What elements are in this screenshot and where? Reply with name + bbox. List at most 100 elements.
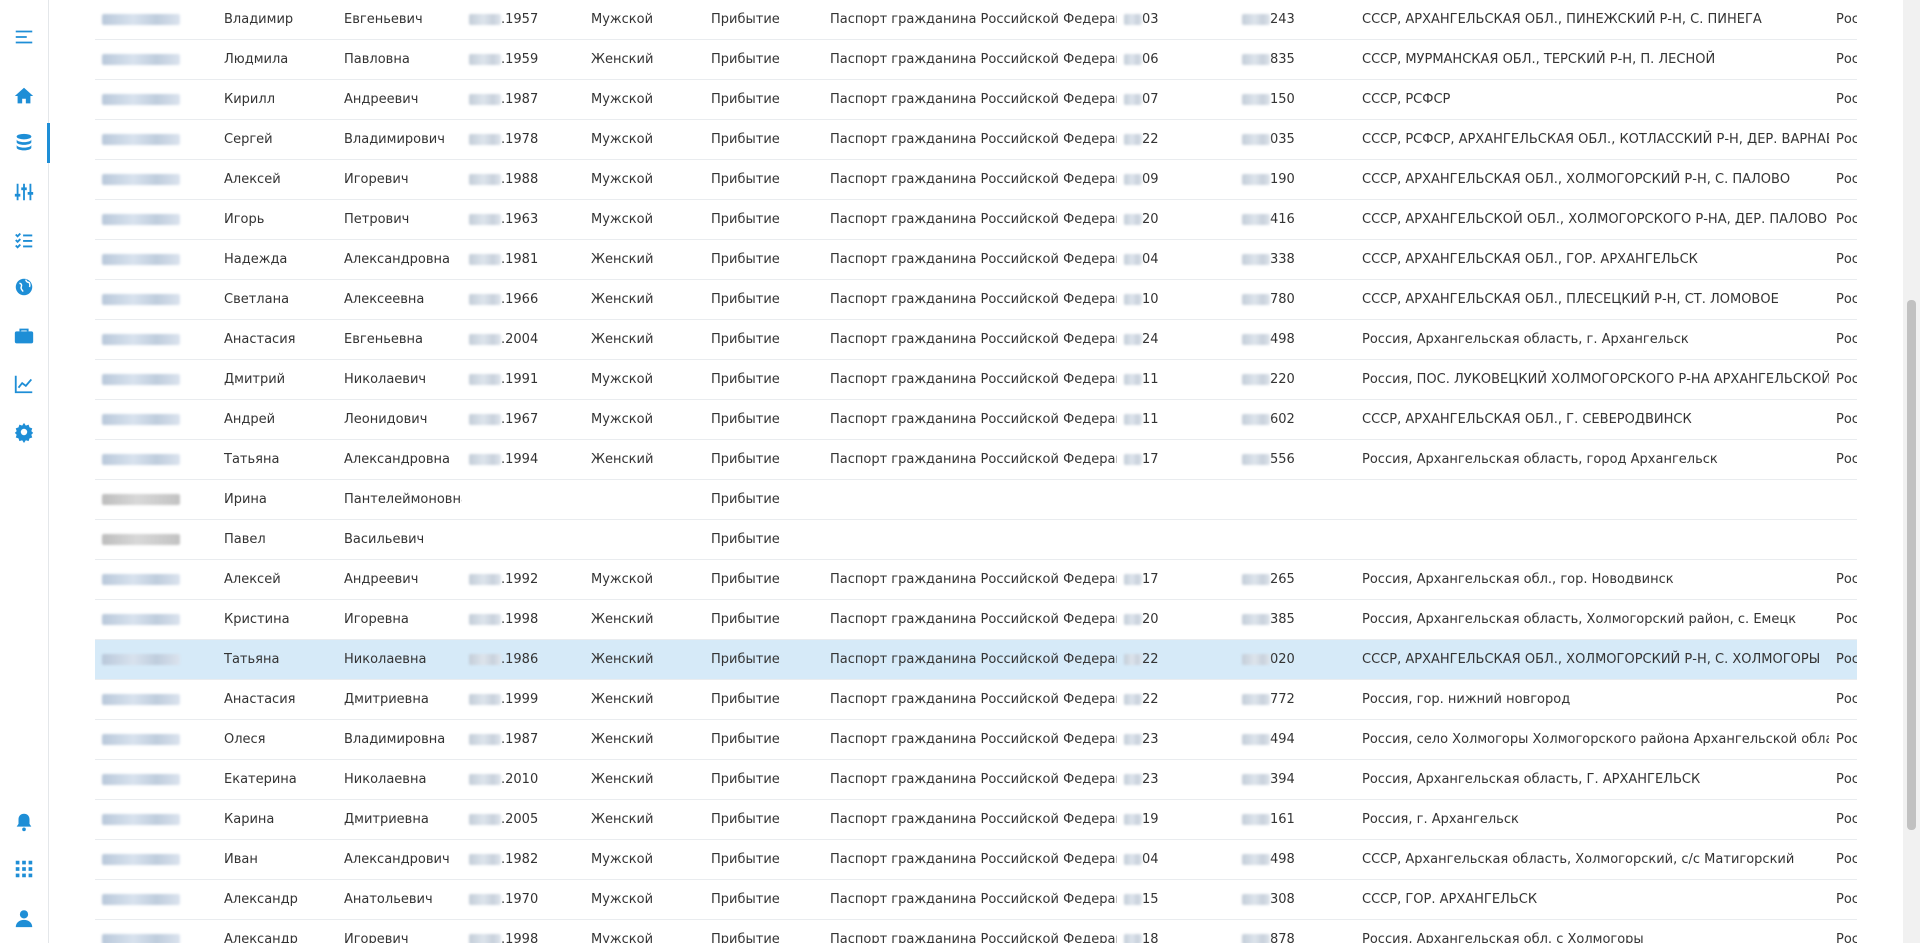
table-row[interactable]: Александр Игоревич .1998 Мужской Прибытие Пас…	[95, 919, 1857, 943]
table-row[interactable]: Андрей Леонидович .1967 Мужской Прибытие Пасп…	[95, 399, 1857, 440]
event-type-cell: Прибытие	[704, 799, 823, 840]
table-row[interactable]: Владимир Евгеньевич .1957 Мужской Прибытие Па…	[95, 0, 1857, 40]
redacted-number-prefix	[1242, 854, 1270, 865]
table-row[interactable]: Алексей Андреевич .1992 Мужской Прибытие Пасп…	[95, 559, 1857, 600]
scroll-down-arrow[interactable]	[1903, 926, 1920, 943]
briefcase-button[interactable]	[0, 316, 48, 356]
birthplace-cell: СССР, АРХАНГЕЛЬСКАЯ ОБЛ., ХОЛМОГОРСКИЙ Р…	[1355, 639, 1829, 680]
document-series-cell-text: 06	[1142, 52, 1159, 67]
document-type-cell-text: Паспорт гражданина Российской Федерации	[830, 12, 1117, 27]
table-row[interactable]: Алексей Игоревич .1988 Мужской Прибытие Паспо…	[95, 159, 1857, 200]
table-row[interactable]: Татьяна Николаевна .1986 Женский Прибытие Пас…	[95, 639, 1857, 680]
event-type-cell: Прибытие	[704, 159, 823, 200]
home-button[interactable]	[0, 76, 48, 116]
birthplace-cell: Россия, село Холмогоры Холмогорского рай…	[1355, 719, 1829, 760]
apps-button[interactable]	[0, 849, 48, 889]
profile-button[interactable]	[0, 898, 48, 938]
document-number-cell: 035	[1235, 119, 1355, 160]
event-type-cell: Прибытие	[704, 0, 823, 40]
notifications-button[interactable]	[0, 802, 48, 842]
document-type-cell: Паспорт гражданина Российской Федерации	[823, 759, 1117, 800]
event-type-cell-text: Прибытие	[711, 52, 780, 67]
table-row[interactable]: Анастасия Евгеньевна .2004 Женский Прибытие П…	[95, 319, 1857, 360]
birthplace-cell-text: СССР, ГОР. АРХАНГЕЛЬСК	[1362, 892, 1538, 907]
settings-button[interactable]	[0, 412, 48, 452]
table-row[interactable]: Кирилл Андреевич .1987 Мужской Прибытие Паспо…	[95, 79, 1857, 120]
event-type-cell: Прибытие	[704, 759, 823, 800]
redacted-number-prefix	[1242, 454, 1270, 465]
scroll-up-arrow[interactable]	[1903, 0, 1920, 17]
event-type-cell: Прибытие	[704, 919, 823, 943]
birth-date-cell-text: .1982	[501, 852, 539, 867]
patronymic-cell-text: Владимировна	[344, 732, 446, 747]
tasks-button[interactable]	[0, 220, 48, 260]
scrollbar-thumb[interactable]	[1907, 300, 1916, 830]
document-type-cell: Паспорт гражданина Российской Федерации	[823, 879, 1117, 920]
table-row[interactable]: Александр Анатольевич .1970 Мужской Прибытие…	[95, 879, 1857, 920]
table-row[interactable]: Павел Васильевич Прибытие	[95, 519, 1857, 560]
document-type-cell-text: Паспорт гражданина Российской Федерации	[830, 252, 1117, 267]
redacted-number-prefix	[1242, 774, 1270, 785]
birth-date-cell-text: .1963	[501, 212, 539, 227]
redacted-last-name	[102, 454, 180, 465]
table-row[interactable]: Людмила Павловна .1959 Женский Прибытие Паспо…	[95, 39, 1857, 80]
first-name-cell: Анастасия	[217, 679, 337, 720]
table-row[interactable]: Ирина Пантелеймоновна Прибытие	[95, 479, 1857, 520]
birth-date-cell-text: .1988	[501, 172, 539, 187]
last-name-cell	[95, 0, 217, 40]
country-cell	[1829, 479, 1857, 520]
country-cell-text: Рос	[1836, 252, 1857, 267]
document-number-cell: 416	[1235, 199, 1355, 240]
vertical-scrollbar[interactable]	[1903, 0, 1920, 943]
first-name-cell-text: Алексей	[224, 172, 281, 187]
table-row[interactable]: Сергей Владимирович .1978 Мужской Прибытие Па…	[95, 119, 1857, 160]
redacted-number-prefix	[1242, 694, 1270, 705]
redacted-last-name	[102, 334, 180, 345]
table-row[interactable]: Светлана Алексеевна .1966 Женский Прибытие Па…	[95, 279, 1857, 320]
table-row[interactable]: Олеся Владимировна .1987 Женский Прибытие Пас…	[95, 719, 1857, 760]
table-row[interactable]: Иван Александрович .1982 Мужской Прибытие Пас…	[95, 839, 1857, 880]
first-name-cell-text: Александр	[224, 932, 298, 943]
redacted-birth-day	[469, 614, 501, 625]
redacted-birth-day	[469, 374, 501, 385]
patronymic-cell-text: Евгеньевич	[344, 12, 423, 27]
document-type-cell	[823, 519, 1117, 560]
document-series-cell-text: 04	[1142, 252, 1159, 267]
database-button[interactable]	[0, 123, 50, 163]
redacted-last-name	[102, 374, 180, 385]
birthplace-cell: Россия, Архангельская обл., гор. Новодви…	[1355, 559, 1829, 600]
table-row[interactable]: Екатерина Николаевна .2010 Женский Прибытие П…	[95, 759, 1857, 800]
document-series-cell	[1117, 519, 1235, 560]
document-series-cell: 17	[1117, 439, 1235, 480]
table-row[interactable]: Карина Дмитриевна .2005 Женский Прибытие Пасп…	[95, 799, 1857, 840]
birthplace-cell: Россия, гор. нижний новгород	[1355, 679, 1829, 720]
document-number-cell-text: 878	[1270, 932, 1295, 943]
table-row[interactable]: Татьяна Александровна .1994 Женский Прибытие…	[95, 439, 1857, 480]
table-row[interactable]: Дмитрий Николаевич .1991 Мужской Прибытие Пас…	[95, 359, 1857, 400]
document-number-cell: 498	[1235, 319, 1355, 360]
document-number-cell: 161	[1235, 799, 1355, 840]
country-cell-text: Рос	[1836, 292, 1857, 307]
document-series-cell: 17	[1117, 559, 1235, 600]
country-cell-text: Рос	[1836, 692, 1857, 707]
document-number-cell-text: 498	[1270, 332, 1295, 347]
menu-button[interactable]	[0, 17, 48, 57]
table-row[interactable]: Анастасия Дмитриевна .1999 Женский Прибытие П…	[95, 679, 1857, 720]
analytics-button[interactable]	[0, 364, 48, 404]
document-number-cell-text: 338	[1270, 252, 1295, 267]
country-cell-text: Рос	[1836, 372, 1857, 387]
globe-button[interactable]	[0, 267, 48, 307]
redacted-last-name	[102, 694, 180, 705]
filters-button[interactable]	[0, 172, 48, 212]
table-row[interactable]: Игорь Петрович .1963 Мужской Прибытие Паспорт…	[95, 199, 1857, 240]
document-type-cell: Паспорт гражданина Российской Федерации	[823, 719, 1117, 760]
patronymic-cell: Николаевна	[337, 759, 462, 800]
document-series-cell: 20	[1117, 199, 1235, 240]
first-name-cell: Людмила	[217, 39, 337, 80]
sex-cell-text: Мужской	[591, 12, 654, 27]
table-row[interactable]: Кристина Игоревна .1998 Женский Прибытие Пасп…	[95, 599, 1857, 640]
table-row[interactable]: Надежда Александровна .1981 Женский Прибытие…	[95, 239, 1857, 280]
document-series-cell-text: 18	[1142, 932, 1159, 943]
document-type-cell-text: Паспорт гражданина Российской Федерации	[830, 932, 1117, 943]
country-cell: Рос	[1829, 559, 1857, 600]
